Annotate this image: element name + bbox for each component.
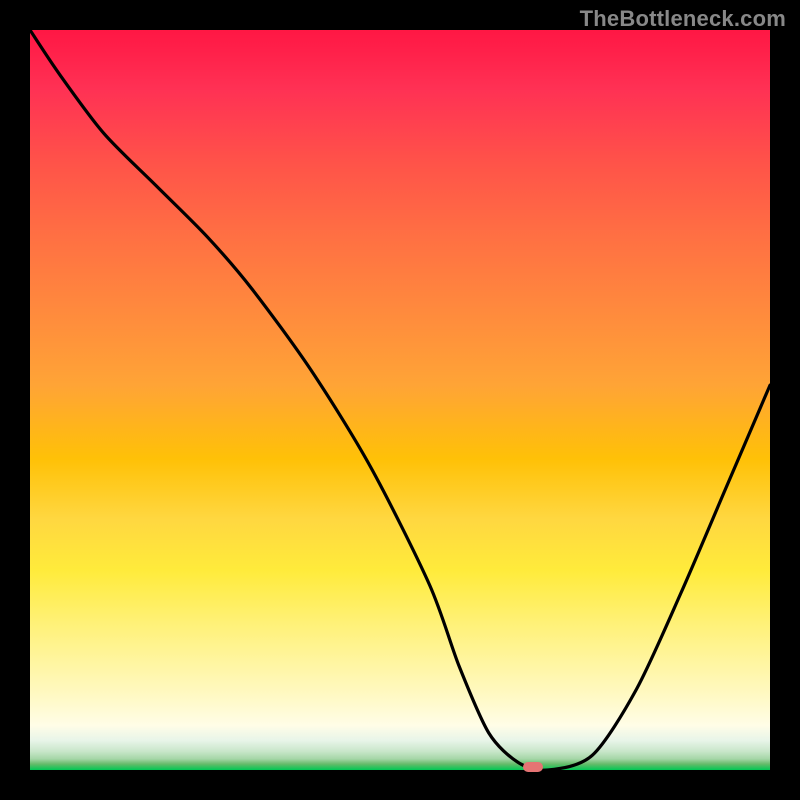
watermark-text: TheBottleneck.com [580, 6, 786, 32]
plot-area [30, 30, 770, 770]
chart-frame: TheBottleneck.com [0, 0, 800, 800]
bottleneck-curve [30, 30, 770, 770]
minimum-marker [523, 762, 543, 772]
